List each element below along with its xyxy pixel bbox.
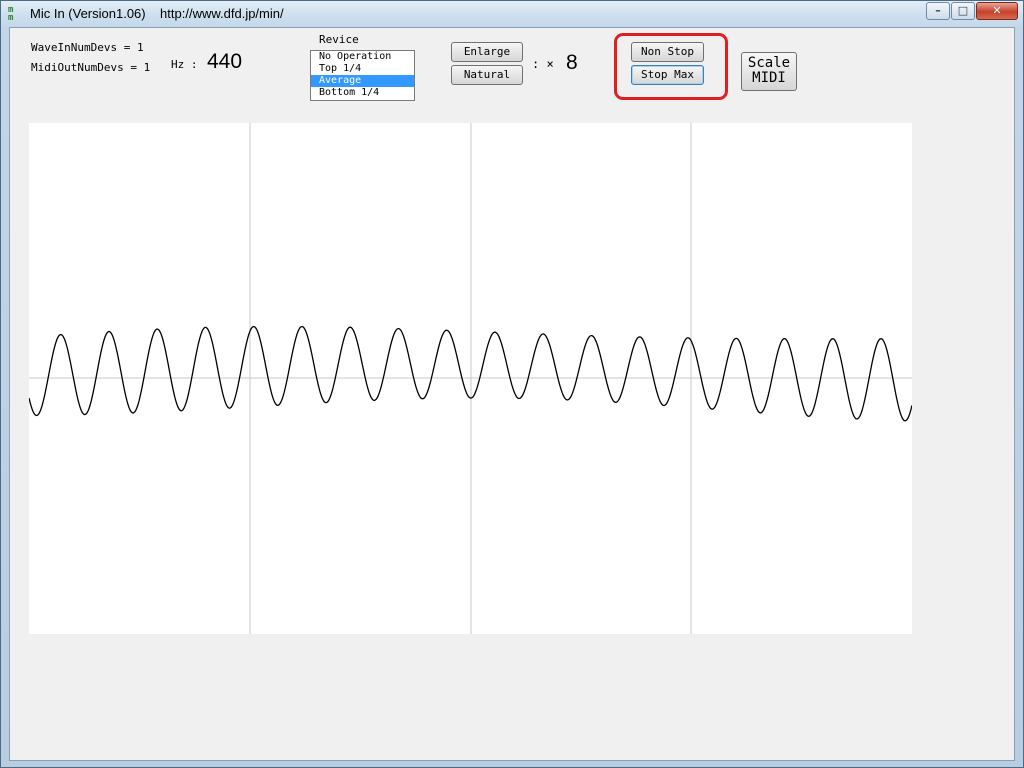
hz-value: 440 — [207, 50, 243, 73]
window-title: Mic In (Version1.06) http://www.dfd.jp/m… — [30, 6, 284, 21]
midi-out-devs-label: MidiOutNumDevs = 1 — [31, 61, 151, 74]
zoom-factor: 8 — [566, 51, 578, 74]
title-bar[interactable]: mm Mic In (Version1.06) http://www.dfd.j… — [1, 1, 1023, 27]
revice-listbox[interactable]: No Operation Top 1/4 Average Bottom 1/4 — [310, 50, 415, 101]
revice-option-average[interactable]: Average — [311, 75, 414, 87]
revice-option-top-quarter[interactable]: Top 1/4 — [311, 63, 414, 75]
maximize-button[interactable]: □ — [951, 2, 975, 20]
stop-max-button[interactable]: Stop Max — [631, 65, 704, 85]
revice-label: Revice — [319, 33, 359, 46]
close-button[interactable]: ✕ — [976, 2, 1018, 20]
scale-midi-button[interactable]: Scale MIDI — [741, 52, 797, 91]
wave-in-devs-label: WaveInNumDevs = 1 — [31, 41, 144, 54]
revice-option-no-operation[interactable]: No Operation — [311, 51, 414, 63]
minimize-button[interactable]: – — [926, 2, 950, 20]
app-window: mm Mic In (Version1.06) http://www.dfd.j… — [0, 0, 1024, 768]
hz-label: Hz : — [171, 58, 198, 71]
times-label: : × — [532, 57, 554, 71]
scale-label: Scale — [747, 55, 791, 71]
client-area: WaveInNumDevs = 1 MidiOutNumDevs = 1 Hz … — [9, 27, 1015, 761]
waveform-plot — [29, 123, 912, 634]
revice-option-bottom-quarter[interactable]: Bottom 1/4 — [311, 87, 414, 99]
app-icon: mm — [8, 5, 13, 23]
waveform-svg — [29, 123, 912, 634]
natural-button[interactable]: Natural — [451, 65, 523, 85]
non-stop-button[interactable]: Non Stop — [631, 42, 704, 62]
midi-label: MIDI — [752, 70, 786, 86]
enlarge-button[interactable]: Enlarge — [451, 42, 523, 62]
